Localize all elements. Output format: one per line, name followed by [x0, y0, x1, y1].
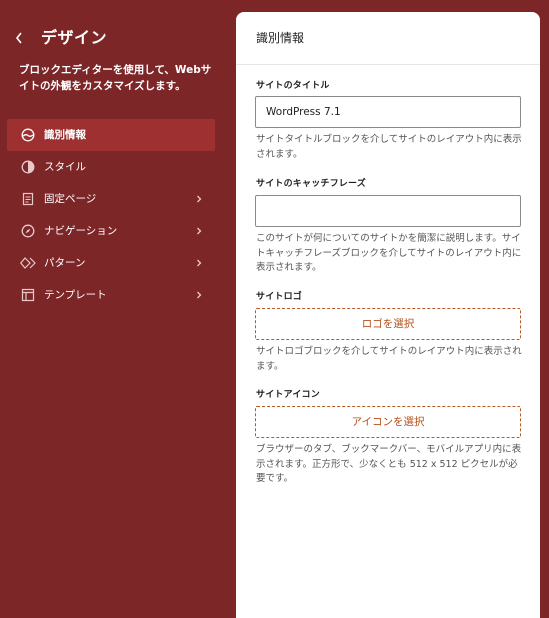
half-circle-icon: [20, 159, 36, 175]
site-logo-label: サイトロゴ: [256, 292, 303, 302]
tagline-help: このサイトが何についてのサイトかを簡潔に説明します。サイトキャッチフレーズブロッ…: [256, 233, 522, 273]
tagline-label: サイトのキャッチフレーズ: [256, 179, 366, 189]
page-icon: [20, 191, 36, 207]
sidebar-item-label: 固定ページ: [44, 193, 97, 205]
sidebar-nav: 識別情報 スタイル 固定ページ ナビゲーション パターン テンプレート: [7, 119, 215, 311]
site-title-label: サイトのタイトル: [256, 81, 330, 91]
sidebar-item-navigation[interactable]: ナビゲーション: [7, 215, 215, 247]
sidebar-item-styles[interactable]: スタイル: [7, 151, 215, 183]
sidebar-item-label: スタイル: [44, 161, 86, 173]
chevron-right-icon: [197, 227, 202, 235]
site-icon-label: サイトアイコン: [256, 390, 320, 400]
chevron-right-icon: [197, 291, 202, 299]
sidebar-header: デザイン: [0, 24, 236, 52]
sidebar: デザイン ブロックエディターを使用して、Webサイトの外観をカスタマイズします。…: [0, 0, 236, 618]
chevron-right-icon: [197, 195, 202, 203]
identity-icon: [20, 127, 36, 143]
panel-title: 識別情報: [236, 12, 540, 65]
select-logo-button[interactable]: ロゴを選択: [255, 308, 521, 340]
diamond-icon: [20, 255, 36, 271]
site-title-help: サイトタイトルブロックを介してサイトのレイアウト内に表示されます。: [256, 134, 522, 160]
sidebar-item-label: 識別情報: [44, 129, 86, 141]
sidebar-title: デザイン: [41, 28, 108, 47]
sidebar-description: ブロックエディターを使用して、Webサイトの外観をカスタマイズします。: [19, 64, 212, 92]
layout-icon: [20, 287, 36, 303]
sidebar-item-label: ナビゲーション: [44, 225, 118, 237]
site-icon-help: ブラウザーのタブ、ブックマークバー、モバイルアプリ内に表示されます。正方形で、少…: [256, 444, 522, 484]
sidebar-item-label: パターン: [44, 257, 86, 269]
site-title-input[interactable]: WordPress 7.1: [255, 96, 521, 128]
compass-icon: [20, 223, 36, 239]
back-button[interactable]: [10, 24, 28, 52]
chevron-left-icon: [15, 32, 22, 44]
sidebar-item-identity[interactable]: 識別情報: [7, 119, 215, 151]
select-icon-button[interactable]: アイコンを選択: [255, 406, 521, 438]
chevron-right-icon: [197, 259, 202, 267]
sidebar-item-pages[interactable]: 固定ページ: [7, 183, 215, 215]
sidebar-item-label: テンプレート: [44, 289, 107, 301]
settings-panel: 識別情報 サイトのタイトル WordPress 7.1 サイトタイトルブロックを…: [236, 12, 540, 618]
sidebar-item-templates[interactable]: テンプレート: [7, 279, 215, 311]
tagline-input[interactable]: [255, 195, 521, 227]
sidebar-item-patterns[interactable]: パターン: [7, 247, 215, 279]
site-logo-help: サイトロゴブロックを介してサイトのレイアウト内に表示されます。: [256, 346, 522, 372]
